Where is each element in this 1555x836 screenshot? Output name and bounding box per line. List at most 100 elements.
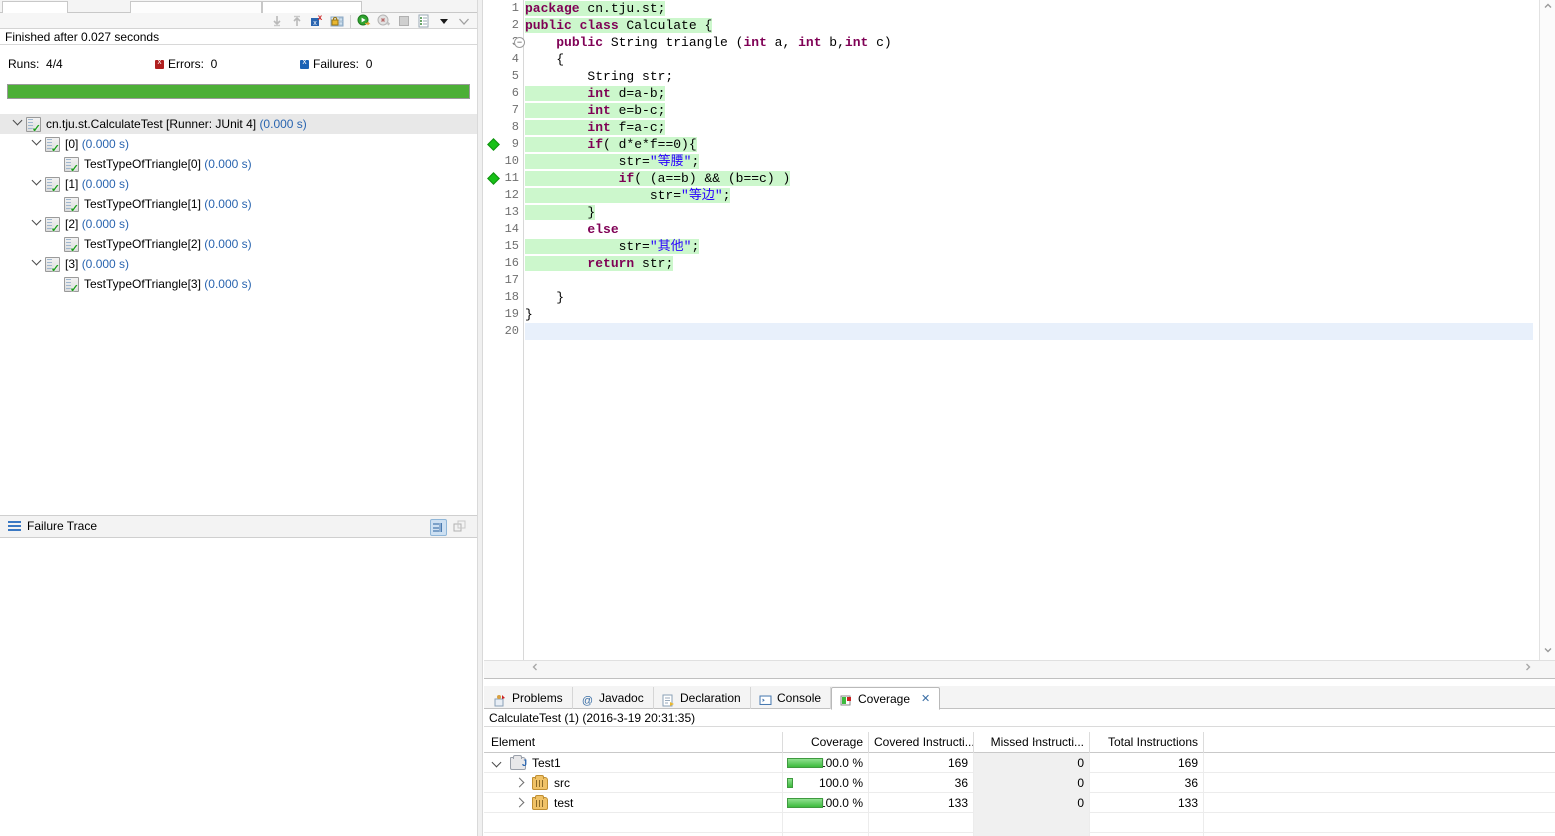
editor-gutter[interactable]: 1234567891011121314151617181920	[484, 0, 525, 660]
tree-expand-chevron-icon[interactable]	[514, 773, 526, 793]
bottom-tab-javadoc[interactable]: @ Javadoc	[573, 687, 654, 709]
test-tree-row[interactable]: [1] (0.000 s)	[0, 174, 477, 195]
view-tab-junit[interactable]	[130, 1, 262, 13]
gutter-line[interactable]: 2	[484, 17, 523, 34]
tree-expand-chevron-icon[interactable]	[492, 753, 504, 773]
code-line[interactable]: str="等边";	[525, 187, 1533, 204]
code-line[interactable]: public String triangle (int a, int b,int…	[525, 34, 1533, 51]
maximize-icon[interactable]	[452, 519, 469, 536]
column-header-coverage[interactable]: Coverage	[783, 732, 869, 753]
code-line[interactable]: if( d*e*f==0){	[525, 136, 1533, 153]
tree-expand-chevron-icon[interactable]	[514, 793, 526, 813]
tree-expand-chevron-icon[interactable]	[29, 134, 43, 154]
code-line[interactable]: String str;	[525, 68, 1533, 85]
gutter-line[interactable]: 14	[484, 221, 523, 238]
test-tree-row[interactable]: [3] (0.000 s)	[0, 254, 477, 275]
view-tab-left[interactable]	[2, 1, 68, 13]
coverage-table-row[interactable]: Test1 100.0 % 1690169	[484, 753, 1555, 773]
gutter-line[interactable]: 5	[484, 68, 523, 85]
gutter-line[interactable]: 7	[484, 102, 523, 119]
show-failures-only-icon[interactable]: xx	[310, 13, 324, 28]
gutter-line[interactable]: 3	[484, 34, 525, 51]
close-icon[interactable]: ✕	[921, 688, 930, 710]
column-header-covered[interactable]: Covered Instructi...	[869, 732, 974, 753]
tree-expand-chevron-icon[interactable]	[29, 214, 43, 234]
gutter-line[interactable]: 20	[484, 323, 523, 340]
code-line[interactable]: }	[525, 204, 1533, 221]
scroll-right-arrow-icon[interactable]	[1519, 661, 1537, 679]
gutter-line[interactable]: 1	[484, 0, 523, 17]
gutter-line[interactable]: 17	[484, 272, 523, 289]
rerun-failed-tests-icon[interactable]	[377, 14, 391, 28]
test-tree-row[interactable]: TestTypeOfTriangle[1] (0.000 s)	[0, 194, 477, 215]
code-line[interactable]	[525, 272, 1533, 289]
bottom-tab-coverage[interactable]: Coverage ✕	[831, 687, 941, 710]
test-tree-row[interactable]: TestTypeOfTriangle[2] (0.000 s)	[0, 234, 477, 255]
test-tree-row[interactable]: TestTypeOfTriangle[3] (0.000 s)	[0, 274, 477, 295]
filter-stack-trace-icon[interactable]	[430, 519, 447, 536]
code-line[interactable]: int f=a-c;	[525, 119, 1533, 136]
gutter-line[interactable]: 13	[484, 204, 523, 221]
view-menu-dropdown-icon[interactable]	[437, 14, 451, 28]
tree-expand-chevron-icon[interactable]	[29, 174, 43, 194]
code-line[interactable]: else	[525, 221, 1533, 238]
previous-failure-icon[interactable]	[290, 14, 304, 28]
code-line[interactable]	[525, 323, 1533, 340]
gutter-line[interactable]: 11	[484, 170, 523, 187]
code-line[interactable]: int d=a-b;	[525, 85, 1533, 102]
column-header-missed[interactable]: Missed Instructi... ⌄	[974, 732, 1090, 753]
coverage-table-row[interactable]: src 100.0 % 36 0 36	[484, 773, 1555, 793]
lock-scroll-icon[interactable]	[330, 14, 344, 28]
code-line[interactable]: str="等腰";	[525, 153, 1533, 170]
coverage-table-body[interactable]: Test1 100.0 % 1690169 src 100.0 % 36036 test 10…	[484, 753, 1555, 836]
coverage-table-header[interactable]: Element Coverage Covered Instructi... Misse…	[484, 732, 1555, 753]
gutter-line[interactable]: 12	[484, 187, 523, 204]
scroll-up-arrow-icon[interactable]	[1540, 0, 1555, 16]
column-header-element[interactable]: Element	[486, 732, 783, 753]
next-failure-icon[interactable]	[270, 14, 284, 28]
code-line[interactable]: if( (a==b) && (b==c) )	[525, 170, 1533, 187]
editor-code-area[interactable]: package cn.tju.st; public class Calculate…	[525, 0, 1533, 660]
tree-expand-chevron-icon[interactable]	[29, 254, 43, 274]
failure-trace-content[interactable]	[0, 538, 477, 836]
gutter-line[interactable]: 8	[484, 119, 523, 136]
coverage-table-row[interactable]: test 100.0 % 133 0 133	[484, 793, 1555, 813]
view-tab-right[interactable]	[262, 1, 362, 13]
test-result-tree[interactable]: cn.tju.st.CalculateTest [Runner: JUnit 4…	[0, 114, 477, 509]
bottom-tab-strip[interactable]: Problems @ Javadoc Declaration Console Covera…	[484, 686, 1555, 710]
code-line[interactable]: {	[525, 51, 1533, 68]
gutter-line[interactable]: 18	[484, 289, 523, 306]
code-line[interactable]: }	[525, 289, 1533, 306]
test-tree-row[interactable]: cn.tju.st.CalculateTest [Runner: JUnit 4…	[0, 114, 477, 135]
gutter-line[interactable]: 16	[484, 255, 523, 272]
bottom-tab-problems[interactable]: Problems	[486, 687, 573, 709]
coverage-table[interactable]: Element Coverage Covered Instructi... Misse…	[484, 732, 1555, 836]
scroll-left-arrow-icon[interactable]	[526, 661, 544, 679]
gutter-line[interactable]: 4	[484, 51, 523, 68]
test-run-history-icon[interactable]	[417, 14, 431, 28]
bottom-tab-declaration[interactable]: Declaration	[654, 687, 751, 709]
test-tree-row[interactable]: [2] (0.000 s)	[0, 214, 477, 235]
code-fold-collapse-icon[interactable]	[514, 37, 525, 48]
code-line[interactable]: return str;	[525, 255, 1533, 272]
gutter-line[interactable]: 9	[484, 136, 523, 153]
code-line[interactable]: package cn.tju.st;	[525, 0, 1533, 17]
tree-expand-chevron-icon[interactable]	[10, 114, 24, 134]
bottom-tab-console[interactable]: Console	[751, 687, 832, 709]
code-line[interactable]: str="其他";	[525, 238, 1533, 255]
gutter-line[interactable]: 15	[484, 238, 523, 255]
stop-test-icon[interactable]	[397, 14, 411, 28]
gutter-line[interactable]: 10	[484, 153, 523, 170]
editor-vertical-scrollbar[interactable]	[1539, 0, 1555, 660]
editor-horizontal-scrollbar[interactable]	[484, 660, 1555, 678]
scroll-down-arrow-icon[interactable]	[1540, 644, 1555, 660]
test-tree-row[interactable]: [0] (0.000 s)	[0, 134, 477, 155]
test-tree-row[interactable]: TestTypeOfTriangle[0] (0.000 s)	[0, 154, 477, 175]
gutter-line[interactable]: 19	[484, 306, 523, 323]
column-header-total[interactable]: Total Instructions	[1090, 732, 1204, 753]
minimize-view-icon[interactable]	[457, 14, 471, 28]
code-line[interactable]: public class Calculate {	[525, 17, 1533, 34]
code-line[interactable]: }	[525, 306, 1533, 323]
rerun-test-icon[interactable]	[357, 14, 371, 28]
code-line[interactable]: int e=b-c;	[525, 102, 1533, 119]
